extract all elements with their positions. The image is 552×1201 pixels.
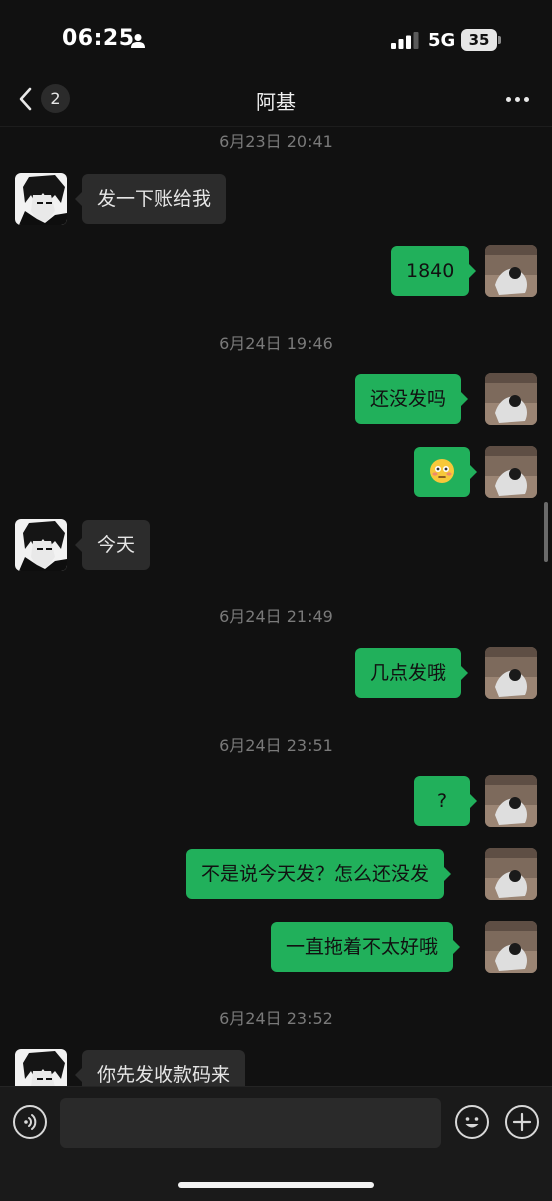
my-avatar[interactable]: [485, 245, 537, 297]
chat-title: 阿基: [256, 90, 296, 114]
my-avatar[interactable]: [485, 775, 537, 827]
contact-avatar[interactable]: [15, 519, 67, 571]
flushed-face-icon: [430, 458, 454, 483]
signal-icon: [391, 32, 419, 49]
outgoing-emoji-message[interactable]: [414, 447, 477, 497]
message-input[interactable]: [60, 1098, 441, 1148]
person-icon: [131, 34, 145, 48]
plus-icon: [512, 1112, 532, 1132]
contact-avatar[interactable]: [15, 173, 67, 225]
my-avatar[interactable]: [485, 446, 537, 498]
chat-header: 2 阿基: [0, 72, 552, 127]
home-indicator[interactable]: [178, 1182, 374, 1188]
incoming-message[interactable]: 发一下账给我: [74, 174, 227, 224]
my-avatar[interactable]: [485, 921, 537, 973]
my-avatar[interactable]: [485, 647, 537, 699]
timestamp: 6月24日 23:52: [219, 1009, 333, 1028]
status-bar: 06:25 5G 35: [0, 0, 552, 80]
network-type: 5G: [428, 30, 456, 51]
outgoing-message[interactable]: 几点发哦: [355, 648, 469, 698]
message-list[interactable]: 6月23日 20:41 发一下账给我 1840 6月24日 19:46 还没发吗…: [0, 126, 552, 1086]
contact-avatar[interactable]: [15, 1049, 67, 1086]
status-time: 06:25: [62, 26, 135, 51]
dot-icon: [514, 96, 520, 102]
more-options-button[interactable]: [500, 84, 534, 114]
outgoing-message[interactable]: 1840: [391, 246, 477, 296]
timestamp: 6月23日 20:41: [219, 132, 333, 151]
timestamp: 6月24日 21:49: [219, 607, 333, 626]
timestamp: 6月24日 19:46: [219, 334, 333, 353]
voice-button[interactable]: [13, 1105, 47, 1139]
battery-level: 35: [461, 29, 497, 51]
outgoing-message[interactable]: 不是说今天发？怎么还没发: [186, 849, 452, 899]
outgoing-message[interactable]: 还没发吗: [355, 374, 469, 424]
incoming-message[interactable]: 你先发收款码来: [74, 1050, 246, 1086]
dot-icon: [505, 96, 511, 102]
voice-icon: [24, 1114, 37, 1130]
incoming-message[interactable]: 今天: [74, 520, 151, 570]
outgoing-message[interactable]: ?: [414, 776, 477, 826]
smiley-icon: [465, 1117, 479, 1128]
timestamp: 6月24日 23:51: [219, 736, 333, 755]
dot-icon: [523, 96, 529, 102]
more-functions-button[interactable]: [505, 1105, 539, 1139]
my-avatar[interactable]: [485, 373, 537, 425]
outgoing-message[interactable]: 一直拖着不太好哦: [271, 922, 461, 972]
battery-icon: 35: [461, 29, 501, 51]
emoji-button[interactable]: [455, 1105, 489, 1139]
scrollbar[interactable]: [544, 502, 548, 562]
my-avatar[interactable]: [485, 848, 537, 900]
